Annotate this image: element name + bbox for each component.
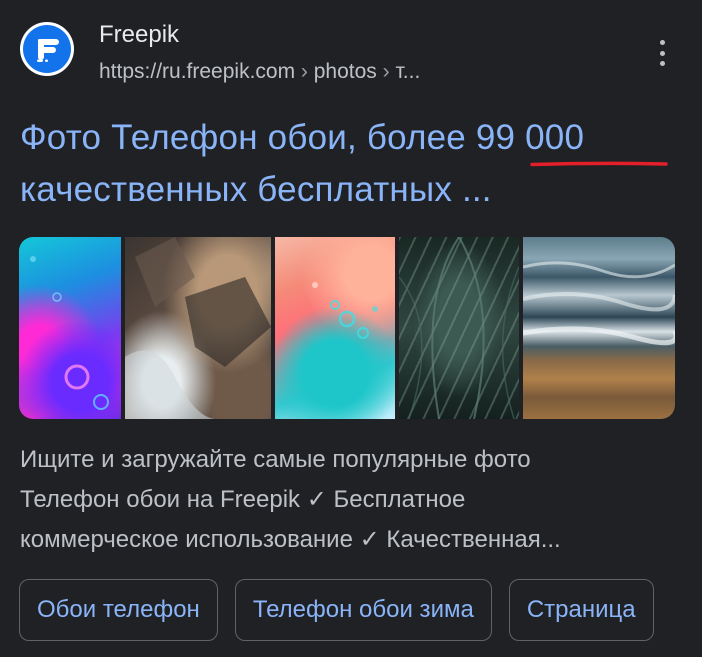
freepik-logo-icon[interactable] [20,22,74,76]
title-highlight-number: 99 000 [475,118,585,157]
title-text-line-2: качественных бесплатных ... [20,170,492,209]
snippet-line: Телефон обои на Freepik ✓ Бесплатное [20,486,466,513]
snippet-line: Ищите и загружайте самые популярные фото [20,446,531,473]
result-snippet: Ищите и загружайте самые популярные фото… [20,440,680,560]
url-base: https://ru.freepik.com [99,60,296,83]
url-separator: › [376,60,396,83]
more-vert-icon[interactable] [648,36,676,70]
chip-telefon-oboi-zima[interactable]: Телефон обои зима [234,579,492,641]
chip-stranica[interactable]: Страница [508,579,654,641]
image-carousel [19,237,675,419]
snippet-line: коммерческое использование ✓ Качественна… [20,526,561,553]
title-text: Фото Телефон обои, более [20,118,476,157]
related-search-chips: Обои телефон Телефон обои зима Страница [19,579,654,643]
site-name[interactable]: Freepik [99,20,179,50]
url-path-truncated: т... [395,60,421,83]
chip-oboi-telefon[interactable]: Обои телефон [19,579,218,641]
url-path-photos: photos [313,60,377,83]
image-thumbnail[interactable] [523,237,675,419]
search-result-card: Freepik https://ru.freepik.com › photos … [0,0,702,657]
site-url-breadcrumb[interactable]: https://ru.freepik.com › photos › т... [99,58,420,86]
image-thumbnail[interactable] [399,237,519,419]
image-thumbnail[interactable] [19,237,121,419]
image-thumbnail[interactable] [275,237,395,419]
red-underline-annotation [530,161,668,167]
image-thumbnail[interactable] [125,237,271,419]
url-separator: › [295,60,314,83]
